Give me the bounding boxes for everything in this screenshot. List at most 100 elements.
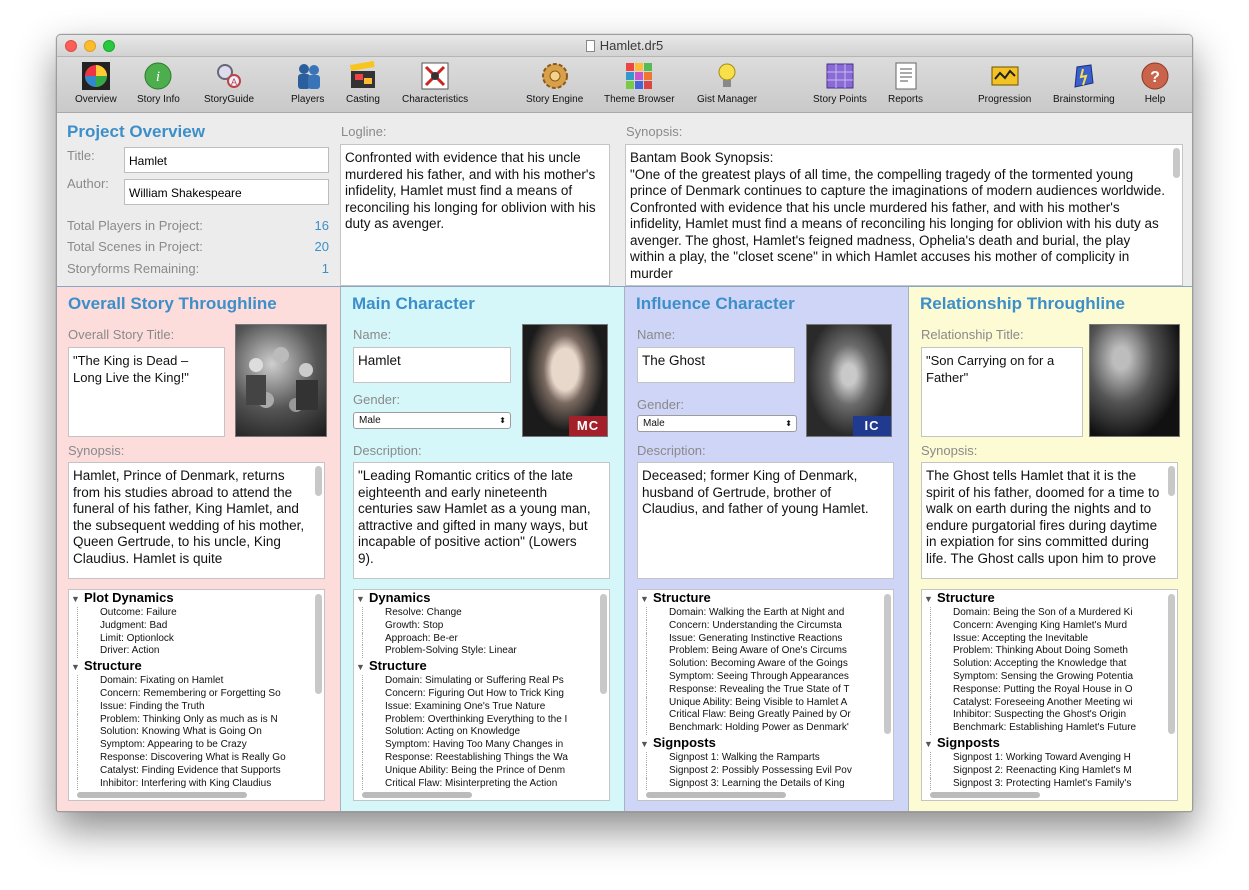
influence-character-description-textarea[interactable]: Deceased; former King of Denmark, husban…: [637, 462, 894, 579]
tree-group-header[interactable]: ▼ Signposts: [638, 735, 893, 752]
tree-group-header[interactable]: ▼ Dynamics: [354, 590, 609, 607]
tree-item[interactable]: Growth: Stop: [362, 619, 609, 633]
tree-hscrollbar[interactable]: [77, 792, 247, 798]
tree-item[interactable]: Unique Ability: Being Visible to Hamlet …: [646, 696, 893, 710]
tree-item[interactable]: Concern: Remembering or Forgetting So: [77, 687, 324, 701]
close-window-icon[interactable]: [65, 40, 77, 52]
tree-item[interactable]: Concern: Understanding the Circumsta: [646, 619, 893, 633]
tree-item[interactable]: Unique Ability: Being the Prince of Denm: [362, 764, 609, 778]
tree-item[interactable]: Catalyst: Foreseeing Another Meeting wi: [930, 696, 1177, 710]
influence-character-name-field[interactable]: The Ghost: [637, 347, 795, 383]
tree-group-header[interactable]: ▼ Signposts: [922, 735, 1177, 752]
help-button[interactable]: ? Help: [1139, 61, 1171, 105]
tree-item[interactable]: Critical Flaw: Being Greatly Pained by O…: [646, 709, 893, 723]
title-field[interactable]: Hamlet: [124, 147, 329, 173]
tree-item[interactable]: Benchmark: Establishing Hamlet's Future: [930, 722, 1177, 735]
influence-character-tree[interactable]: ▼ Structure Domain: Walking the Earth at N…: [637, 589, 894, 801]
tree-scrollbar[interactable]: [315, 594, 322, 694]
tree-item[interactable]: Response: Discovering What is Really Go: [77, 751, 324, 765]
tree-item[interactable]: Problem: Overthinking Everything to the …: [362, 713, 609, 727]
disclosure-triangle-icon[interactable]: ▼: [71, 592, 84, 607]
gender-select[interactable]: Male ⬍: [353, 412, 511, 429]
tree-hscrollbar[interactable]: [646, 792, 786, 798]
tree-item[interactable]: Problem: Being Aware of One's Circums: [646, 645, 893, 659]
story-info-button[interactable]: i Story Info: [137, 61, 180, 105]
main-character-name-field[interactable]: Hamlet: [353, 347, 511, 383]
tree-item[interactable]: Catalyst: Finding Evidence that Supports: [77, 764, 324, 778]
characteristics-button[interactable]: Characteristics: [402, 61, 468, 105]
disclosure-triangle-icon[interactable]: ▼: [71, 660, 84, 675]
reports-button[interactable]: Reports: [888, 61, 923, 105]
tree-group-header[interactable]: ▼ Structure: [69, 658, 324, 675]
disclosure-triangle-icon[interactable]: ▼: [640, 737, 653, 752]
tree-item[interactable]: Issue: Generating Instinctive Reactions: [646, 632, 893, 646]
disclosure-triangle-icon[interactable]: ▼: [924, 592, 937, 607]
tree-item[interactable]: Driver: Action: [77, 645, 324, 659]
storyguide-button[interactable]: A StoryGuide: [204, 61, 254, 105]
tree-item[interactable]: Solution: Acting on Knowledge: [362, 726, 609, 740]
tree-item[interactable]: Symptom: Having Too Many Changes in: [362, 739, 609, 752]
author-field[interactable]: William Shakespeare: [124, 179, 329, 205]
overall-story-title-field[interactable]: "The King is Dead – Long Live the King!": [68, 347, 225, 437]
overall-story-tree[interactable]: ▼ Plot Dynamics Outcome: Failure Judgment: …: [68, 589, 325, 801]
progression-button[interactable]: Progression: [978, 61, 1031, 105]
tree-item[interactable]: Problem: Thinking About Doing Someth: [930, 645, 1177, 659]
tree-item[interactable]: Response: Reestablishing Things the Wa: [362, 751, 609, 765]
tree-item[interactable]: Signpost 3: Learning the Details of King: [646, 777, 893, 791]
theme-browser-button[interactable]: Theme Browser: [604, 61, 675, 105]
zoom-window-icon[interactable]: [103, 40, 115, 52]
tree-item[interactable]: Problem-Solving Style: Linear: [362, 645, 609, 659]
tree-item[interactable]: Solution: Becoming Aware of the Goings: [646, 658, 893, 671]
tree-item[interactable]: Domain: Being the Son of a Murdered Ki: [930, 607, 1177, 620]
story-engine-button[interactable]: Story Engine: [526, 61, 583, 105]
tree-item[interactable]: Critical Flaw: Misinterpreting the Actio…: [362, 777, 609, 791]
disclosure-triangle-icon[interactable]: ▼: [356, 592, 369, 607]
overview-button[interactable]: Overview: [75, 61, 117, 105]
tree-item[interactable]: Solution: Accepting the Knowledge that: [930, 658, 1177, 671]
tree-item[interactable]: Inhibitor: Suspecting the Ghost's Origin: [930, 709, 1177, 723]
tree-item[interactable]: Issue: Accepting the Inevitable: [930, 632, 1177, 646]
minimize-window-icon[interactable]: [84, 40, 96, 52]
disclosure-triangle-icon[interactable]: ▼: [924, 737, 937, 752]
tree-hscrollbar[interactable]: [362, 792, 472, 798]
tree-item[interactable]: Concern: Figuring Out How to Trick King: [362, 687, 609, 701]
tree-hscrollbar[interactable]: [930, 792, 1040, 798]
tree-item[interactable]: Response: Putting the Royal House in O: [930, 683, 1177, 697]
tree-item[interactable]: Issue: Examining One's True Nature: [362, 700, 609, 714]
gender-select[interactable]: Male ⬍: [637, 415, 797, 432]
relationship-synopsis-textarea[interactable]: The Ghost tells Hamlet that it is the sp…: [921, 462, 1178, 579]
tree-item[interactable]: Problem: Thinking Only as much as is N: [77, 713, 324, 727]
tree-item[interactable]: Signpost 3: Protecting Hamlet's Family's: [930, 777, 1177, 791]
tree-group-header[interactable]: ▼ Structure: [922, 590, 1177, 607]
tree-item[interactable]: Domain: Simulating or Suffering Real Ps: [362, 675, 609, 688]
relationship-title-field[interactable]: "Son Carrying on for a Father": [921, 347, 1083, 437]
tree-item[interactable]: Symptom: Seeing Through Appearances: [646, 670, 893, 684]
tree-item[interactable]: Symptom: Appearing to be Crazy: [77, 739, 324, 752]
players-button[interactable]: Players: [291, 61, 324, 105]
tree-scrollbar[interactable]: [884, 594, 891, 734]
tree-item[interactable]: Signpost 1: Walking the Ramparts: [646, 751, 893, 765]
tree-group-header[interactable]: ▼ Structure: [638, 590, 893, 607]
casting-button[interactable]: Casting: [346, 61, 380, 105]
tree-item[interactable]: Concern: Avenging King Hamlet's Murd: [930, 619, 1177, 633]
tree-item[interactable]: Judgment: Bad: [77, 619, 324, 633]
tree-item[interactable]: Solution: Knowing What is Going On: [77, 726, 324, 740]
main-character-description-textarea[interactable]: "Leading Romantic critics of the late ei…: [353, 462, 610, 579]
tree-scrollbar[interactable]: [600, 594, 607, 694]
tree-item[interactable]: Approach: Be-er: [362, 632, 609, 646]
tree-item[interactable]: Signpost 2: Reenacting King Hamlet's M: [930, 764, 1177, 778]
scrollbar[interactable]: [315, 466, 322, 496]
tree-item[interactable]: Limit: Optionlock: [77, 632, 324, 646]
brainstorming-button[interactable]: Brainstorming: [1053, 61, 1115, 105]
tree-item[interactable]: Symptom: Sensing the Growing Potentia: [930, 670, 1177, 684]
tree-group-header[interactable]: ▼ Structure: [354, 658, 609, 675]
logline-textarea[interactable]: Confronted with evidence that his uncle …: [340, 144, 610, 286]
gist-manager-button[interactable]: Gist Manager: [697, 61, 757, 105]
tree-item[interactable]: Inhibitor: Interfering with King Claudiu…: [77, 777, 324, 791]
tree-item[interactable]: Domain: Fixating on Hamlet: [77, 675, 324, 688]
tree-item[interactable]: Domain: Walking the Earth at Night and: [646, 607, 893, 620]
tree-item[interactable]: Signpost 2: Possibly Possessing Evil Pov: [646, 764, 893, 778]
synopsis-textarea[interactable]: Bantam Book Synopsis: "One of the greate…: [625, 144, 1183, 286]
tree-item[interactable]: Response: Revealing the True State of T: [646, 683, 893, 697]
disclosure-triangle-icon[interactable]: ▼: [356, 660, 369, 675]
